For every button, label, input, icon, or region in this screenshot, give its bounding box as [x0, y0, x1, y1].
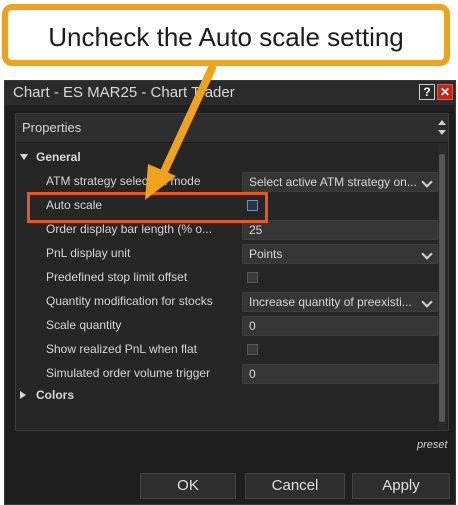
- instruction-callout: Uncheck the Auto scale setting: [2, 4, 450, 66]
- arrow-head: [145, 164, 176, 200]
- screenshot-stage: Chart - ES MAR25 - Chart Trader ? ✕ Prop…: [0, 0, 458, 505]
- instruction-text: Uncheck the Auto scale setting: [48, 22, 404, 52]
- arrow-shaft: [158, 64, 216, 180]
- annotation-arrow: [145, 64, 216, 200]
